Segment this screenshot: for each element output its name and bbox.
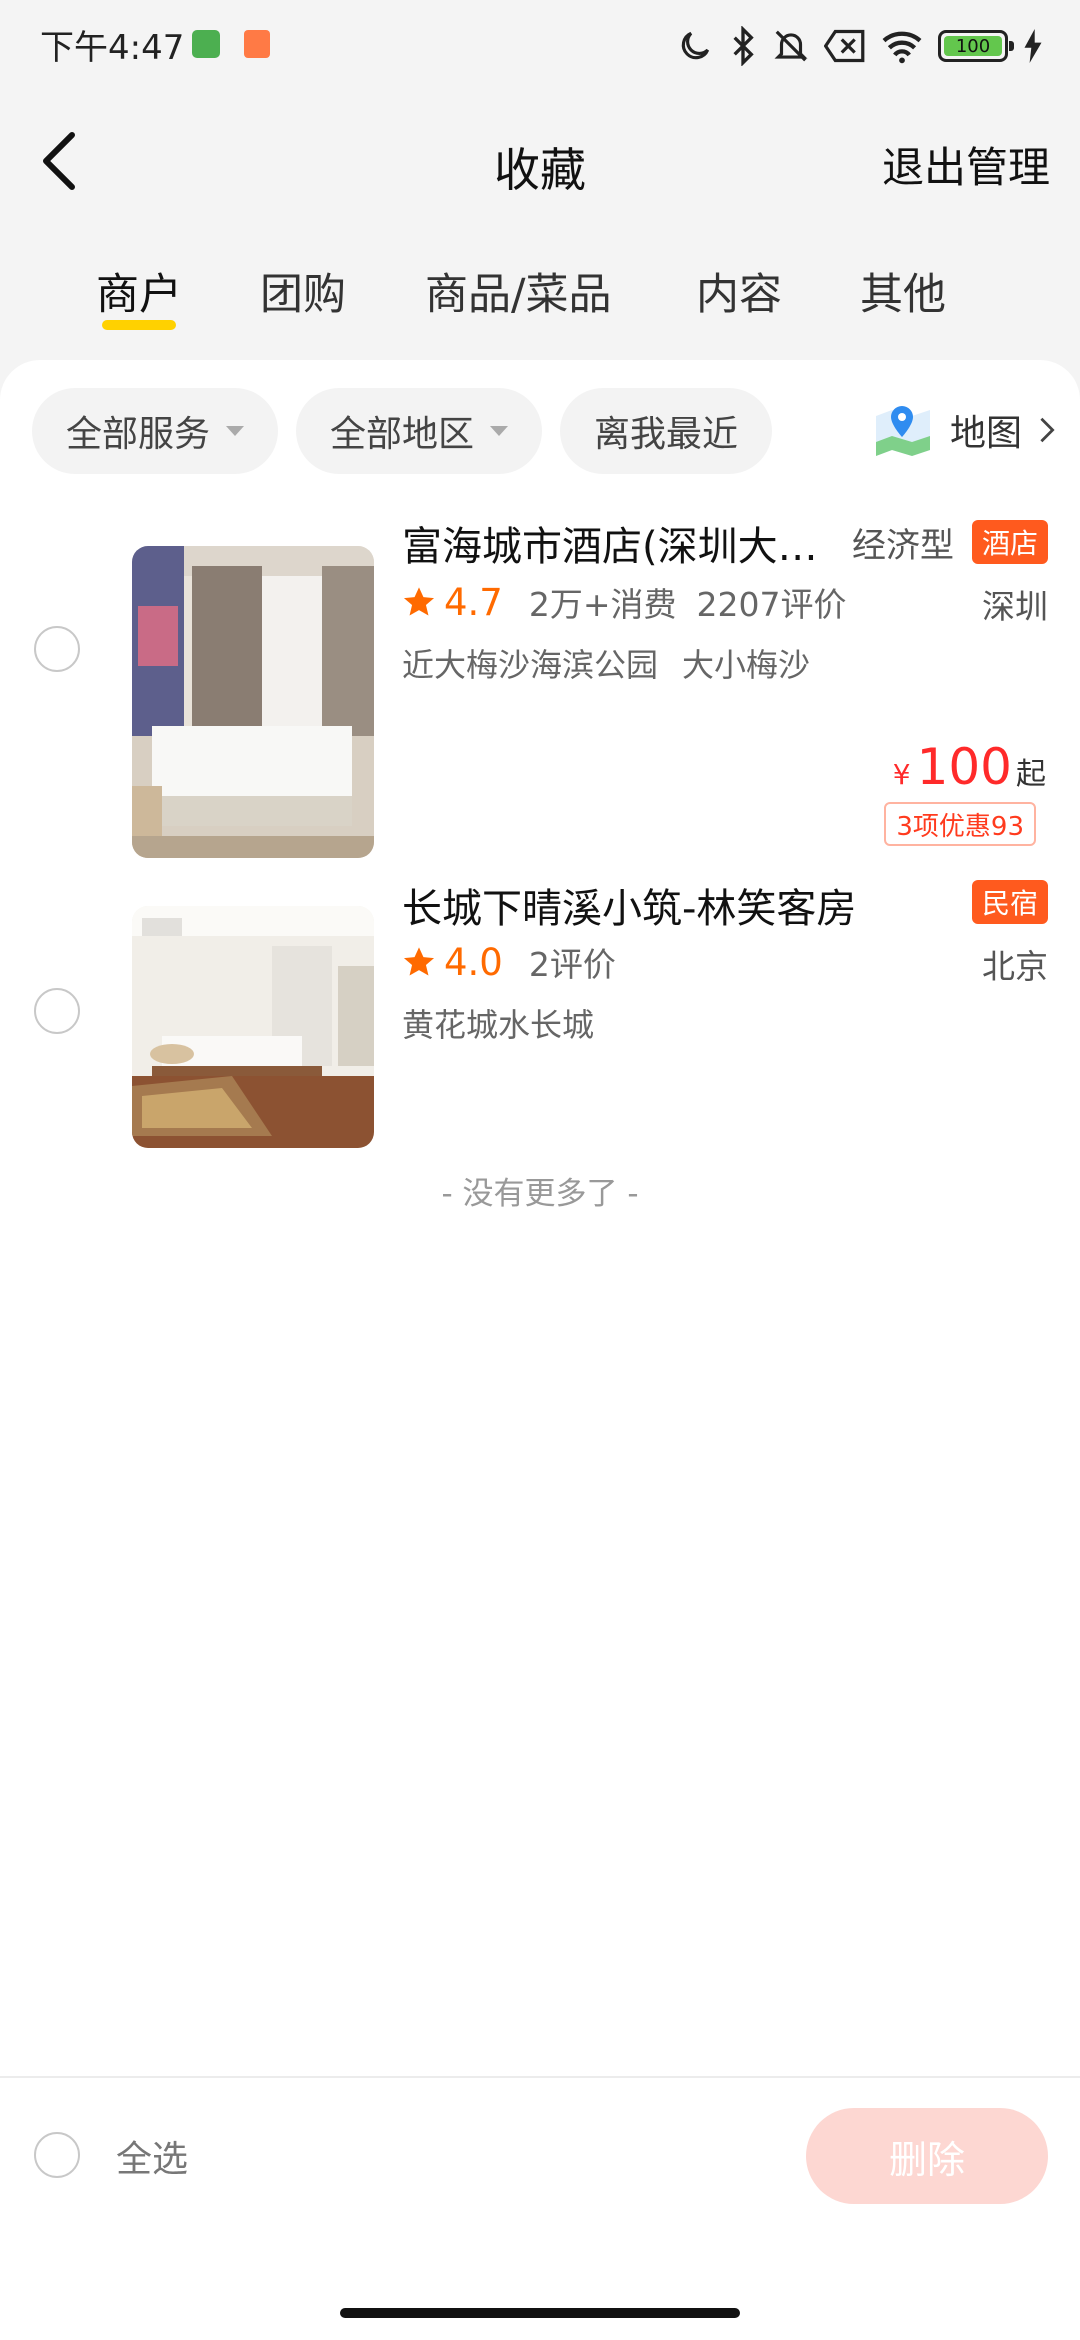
consumption-count: 2万+消费 — [528, 585, 677, 624]
price-suffix: 起 — [1016, 757, 1046, 792]
filter-all-regions[interactable]: 全部地区 — [296, 388, 543, 474]
x-box-icon — [824, 29, 865, 63]
bell-off-icon — [774, 30, 808, 62]
price-value: 100 — [916, 738, 1012, 796]
price: ¥ 100 起 — [893, 738, 1046, 796]
list-item[interactable]: 长城下晴溪小筑-林笑客房 民宿 4.0 2评价 北京 黄花城水长城 — [0, 876, 1080, 1148]
item-select-radio[interactable] — [34, 626, 80, 672]
battery-level: 100 — [944, 36, 1002, 57]
filter-all-services[interactable]: 全部服务 — [32, 388, 279, 474]
item-select-radio[interactable] — [34, 988, 80, 1034]
filter-nearest[interactable]: 离我最近 — [560, 388, 773, 474]
filter-label: 全部服务 — [66, 414, 211, 455]
shopping-bag-icon — [244, 30, 270, 58]
caret-down-icon — [490, 426, 509, 436]
tab-other[interactable]: 其他 — [860, 260, 946, 322]
home-indicator[interactable] — [340, 2308, 740, 2318]
status-bar: 下午4:47 100 — [0, 0, 1080, 96]
chevron-right-icon — [1040, 417, 1055, 443]
merchant-name: 长城下晴溪小筑-林笑客房 — [402, 886, 857, 932]
merchant-city: 深圳 — [982, 587, 1048, 626]
filter-bar: 全部服务 全部地区 离我最近 — [32, 388, 773, 474]
moon-icon — [681, 31, 710, 60]
rating-value: 4.7 — [444, 580, 503, 624]
green-app-icon — [192, 30, 220, 58]
price-currency: ¥ — [892, 758, 911, 791]
location-tags: 黄花城水长城 — [402, 1000, 594, 1046]
location-tag: 大小梅沙 — [682, 646, 811, 684]
promo-badge: 3项优惠93 — [884, 802, 1036, 846]
map-link[interactable]: 地图 — [872, 402, 1056, 458]
review-count: 2评价 — [528, 945, 616, 984]
tab-bar: 商户 团购 商品/菜品 内容 其他 — [0, 232, 1080, 362]
select-all-radio[interactable] — [34, 2132, 80, 2178]
merchant-badge: 酒店 — [971, 520, 1048, 564]
list-item[interactable]: 富海城市酒店(深圳大… 经济型 酒店 4.7 2万+消费 2207评价 深圳 近… — [0, 514, 1080, 858]
tab-merchants[interactable]: 商户 — [96, 260, 182, 322]
nav-bar: 收藏 退出管理 — [0, 96, 1080, 232]
bottom-action-bar: 全选 删除 — [0, 2076, 1080, 2340]
rating-row: 4.7 2万+消费 2207评价 — [402, 578, 866, 626]
map-pin-icon — [875, 406, 930, 456]
status-icons: 100 — [676, 24, 1044, 68]
exit-manage-button[interactable]: 退出管理 — [882, 134, 1050, 195]
guesthouse-room-photo — [132, 906, 374, 1148]
tab-group-buy[interactable]: 团购 — [260, 260, 346, 322]
merchant-badge: 民宿 — [971, 880, 1048, 924]
battery-icon: 100 — [938, 30, 1014, 62]
location-tag: 近大梅沙海滨公园 — [402, 646, 659, 684]
tab-content[interactable]: 内容 — [696, 260, 782, 322]
rating-value: 4.0 — [444, 940, 503, 984]
select-all-label[interactable]: 全选 — [116, 2130, 188, 2182]
status-time: 下午4:47 — [40, 28, 185, 68]
bluetooth-icon — [733, 26, 754, 66]
hotel-room-photo — [132, 546, 374, 858]
rating-row: 4.0 2评价 — [402, 938, 636, 986]
location-tags: 近大梅沙海滨公园 大小梅沙 — [402, 640, 810, 686]
map-label: 地图 — [949, 413, 1022, 454]
charging-icon — [1024, 29, 1042, 63]
filter-label: 全部地区 — [330, 414, 475, 455]
active-tab-indicator — [102, 320, 176, 330]
delete-button[interactable]: 删除 — [806, 2108, 1048, 2204]
merchant-category: 经济型 — [852, 526, 954, 566]
review-count: 2207评价 — [696, 585, 847, 624]
star-icon — [403, 587, 435, 616]
no-more-hint: - 没有更多了 - — [441, 1176, 639, 1212]
tab-goods-dishes[interactable]: 商品/菜品 — [425, 260, 612, 322]
merchant-name: 富海城市酒店(深圳大… — [402, 524, 818, 570]
merchant-city: 北京 — [982, 947, 1048, 986]
star-icon — [403, 947, 435, 976]
location-tag: 黄花城水长城 — [402, 1006, 595, 1044]
caret-down-icon — [226, 426, 245, 436]
favorites-list: 全部服务 全部地区 离我最近 地图 富海城市酒店(深圳大… 经济型 酒店 4.7… — [0, 360, 1080, 2080]
wifi-icon — [882, 31, 922, 64]
filter-label: 离我最近 — [594, 414, 739, 455]
